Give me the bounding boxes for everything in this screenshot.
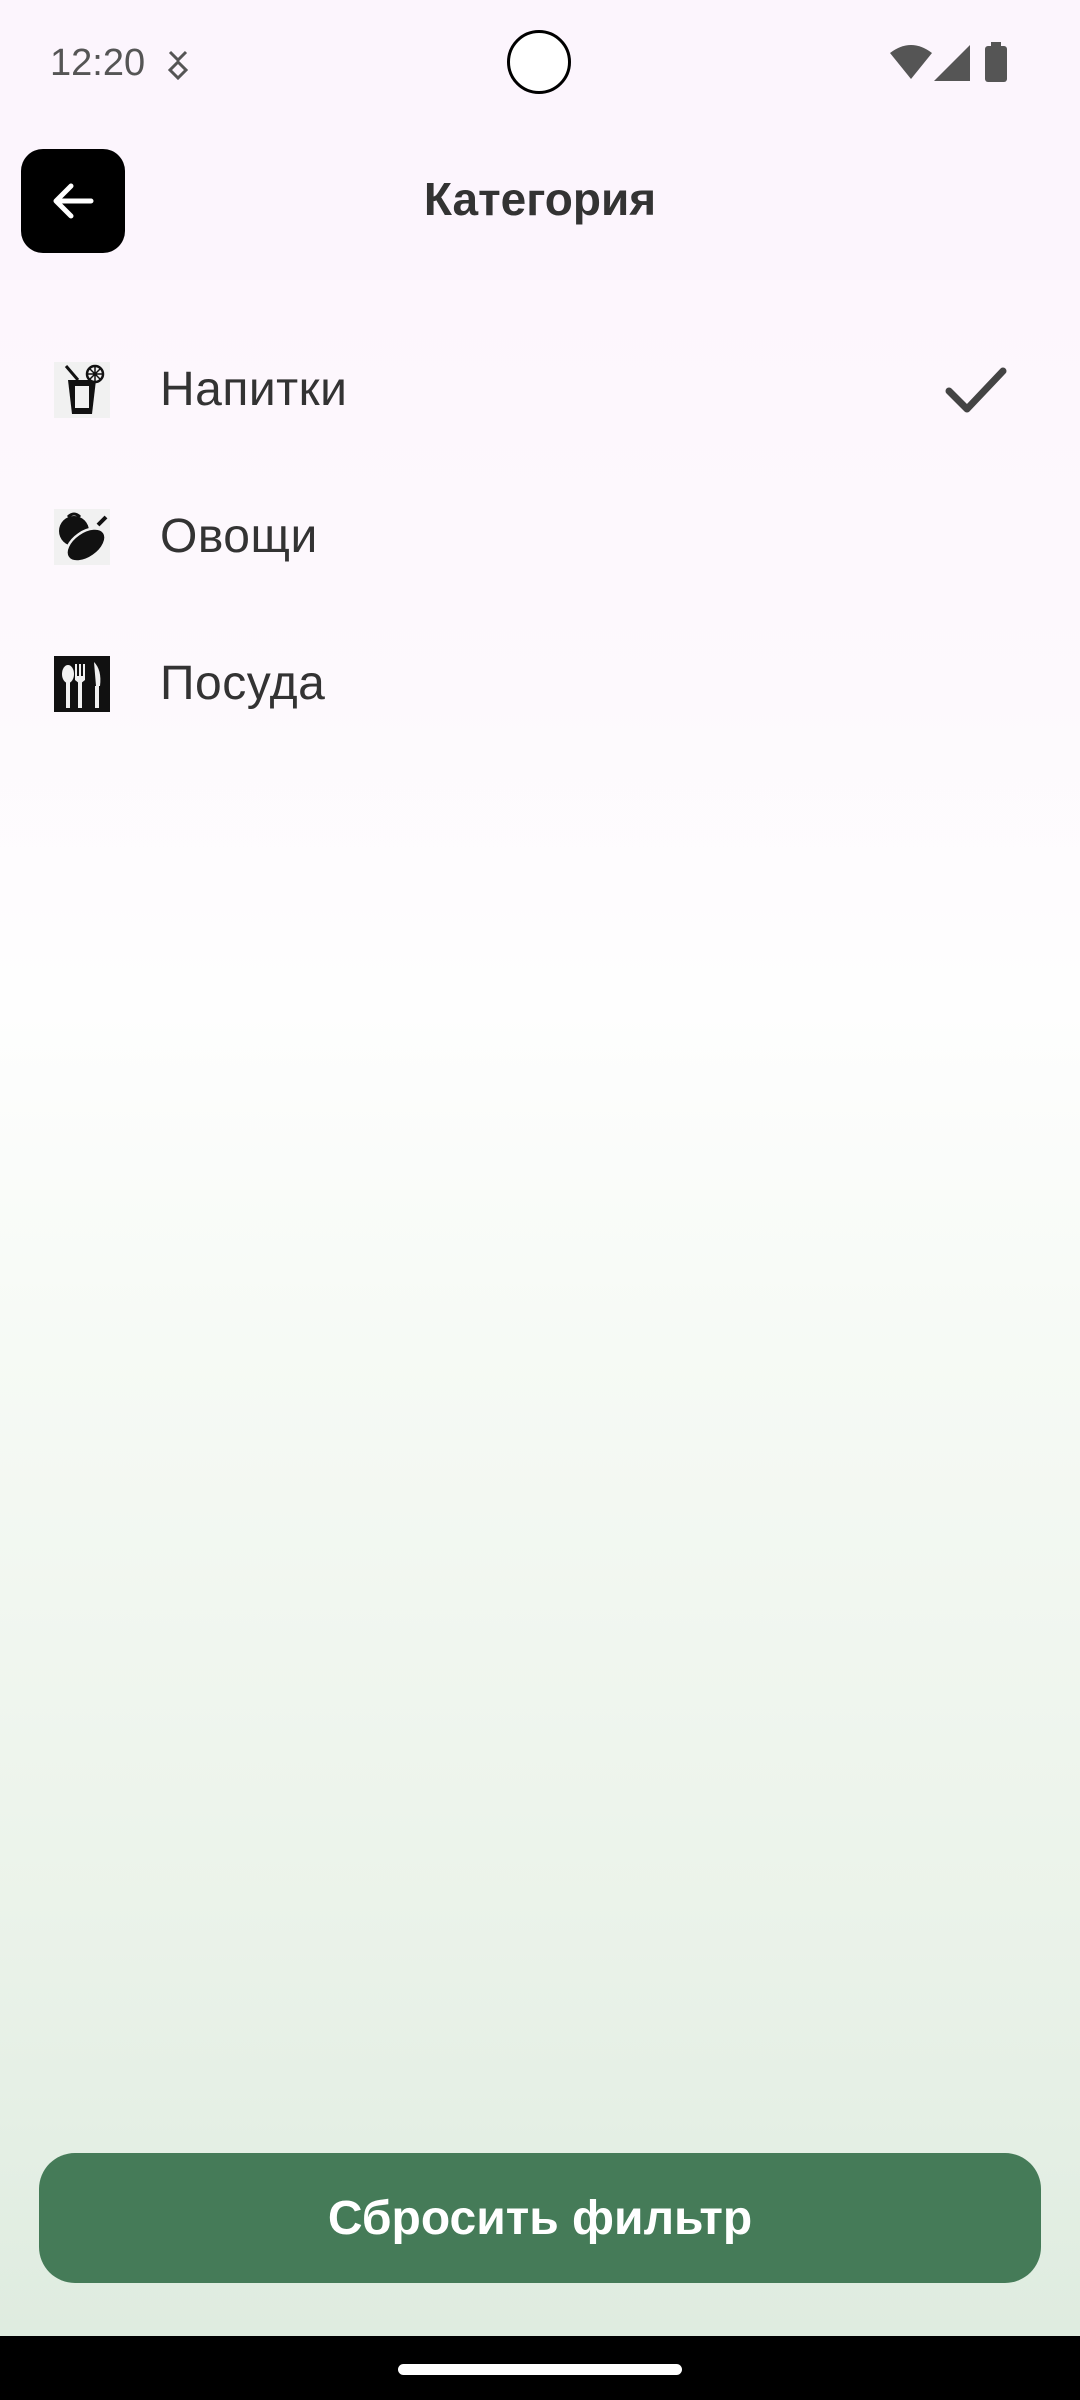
page-title: Категория xyxy=(423,173,657,225)
signal-icon xyxy=(934,45,970,81)
navigation-bar xyxy=(0,2336,1080,2400)
category-item-tableware[interactable]: Посуда xyxy=(0,610,1080,757)
wifi-icon xyxy=(890,45,932,79)
home-indicator[interactable] xyxy=(398,2364,682,2375)
notification-icon xyxy=(167,50,189,80)
status-bar: 12:20 xyxy=(0,0,1080,130)
tableware-icon xyxy=(54,655,110,712)
status-time: 12:20 xyxy=(50,42,146,84)
category-item-drinks[interactable]: Напитки xyxy=(0,316,1080,463)
category-item-vegetables[interactable]: Овощи xyxy=(0,463,1080,610)
category-label: Напитки xyxy=(160,363,348,416)
drink-icon xyxy=(54,361,110,418)
app-bar: Категория xyxy=(0,130,1080,280)
check-icon xyxy=(945,367,1007,412)
vegetables-icon xyxy=(54,508,110,565)
category-list: Напитки Овощи Посуда xyxy=(0,316,1080,757)
reset-filter-button[interactable]: Сбросить фильтр xyxy=(39,2153,1041,2283)
camera-cutout xyxy=(507,30,571,94)
category-label: Посуда xyxy=(160,657,326,710)
battery-icon xyxy=(985,42,1007,82)
category-label: Овощи xyxy=(160,510,318,563)
